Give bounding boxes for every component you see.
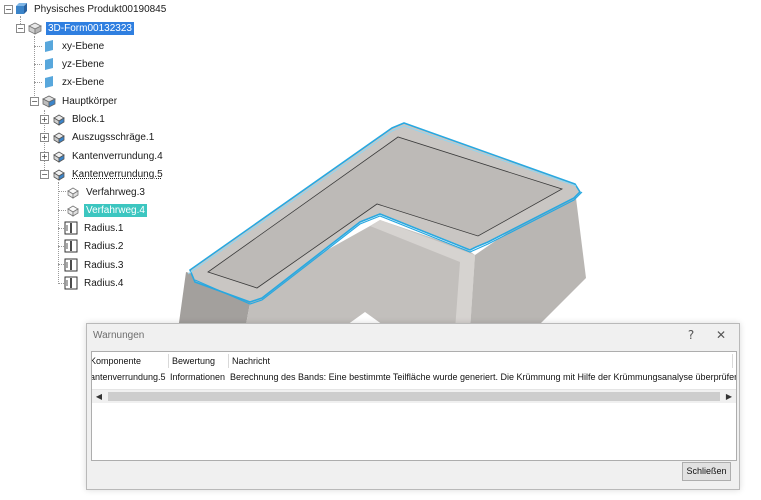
tree-label: Verfahrweg.3 bbox=[86, 186, 145, 198]
tree-label: xy-Ebene bbox=[62, 40, 105, 52]
scrollbar-thumb[interactable] bbox=[108, 392, 720, 401]
tree-item-radius[interactable]: Radius.1 bbox=[64, 220, 125, 236]
tree-label: Block.1 bbox=[72, 113, 105, 125]
column-divider bbox=[732, 354, 733, 368]
column-divider bbox=[168, 354, 169, 368]
tree-item-radius[interactable]: Radius.3 bbox=[64, 257, 125, 273]
body-icon bbox=[42, 95, 56, 108]
tree-label: zx-Ebene bbox=[62, 76, 105, 88]
tree-item-feature[interactable]: Kantenverrundung.4 bbox=[52, 148, 165, 164]
path-icon bbox=[67, 205, 79, 217]
close-button[interactable]: Schließen bbox=[682, 462, 731, 481]
warnings-table[interactable]: Komponente Bewertung Nachricht Kantenver… bbox=[91, 351, 737, 461]
edge-fillet-icon bbox=[53, 169, 65, 181]
tree-line bbox=[34, 82, 42, 83]
tree-line bbox=[58, 191, 66, 192]
cell-nachricht: Berechnung des Bands: Eine bestimmte Tei… bbox=[230, 372, 737, 382]
dialog-title: Warnungen bbox=[93, 330, 145, 341]
cell-komponente: Kantenverrundung.5 bbox=[91, 372, 166, 382]
scroll-left-arrow-icon[interactable]: ◀ bbox=[92, 390, 106, 403]
tree-label: Kantenverrundung.4 bbox=[72, 150, 163, 162]
edge-fillet-icon bbox=[53, 151, 65, 163]
expand-toggle[interactable]: + bbox=[40, 152, 49, 161]
tree-item-feature[interactable]: Block.1 bbox=[52, 111, 107, 127]
tree-label: Radius.4 bbox=[84, 277, 124, 289]
collapse-toggle[interactable]: − bbox=[4, 5, 13, 14]
tree-line bbox=[58, 182, 59, 284]
plane-icon bbox=[45, 58, 53, 70]
tree-item-radius[interactable]: Radius.4 bbox=[64, 275, 125, 291]
tree-line bbox=[34, 64, 42, 65]
draft-icon bbox=[53, 132, 65, 144]
help-button[interactable]: ? bbox=[683, 327, 699, 343]
radius-parameter-icon bbox=[64, 221, 78, 235]
tree-label: Hauptkörper bbox=[62, 95, 118, 107]
collapse-toggle[interactable]: − bbox=[16, 24, 25, 33]
product-icon bbox=[16, 3, 27, 14]
tree-item-feature[interactable]: Auszugsschräge.1 bbox=[52, 129, 156, 145]
tree-item-plane[interactable]: zx-Ebene bbox=[42, 74, 106, 90]
tree-line bbox=[58, 210, 66, 211]
tree-item-part[interactable]: 3D-Form00132323 bbox=[28, 20, 134, 36]
tree-label: Radius.2 bbox=[84, 240, 124, 252]
tree-label: yz-Ebene bbox=[62, 58, 105, 70]
plane-icon bbox=[45, 40, 53, 52]
column-divider bbox=[228, 354, 229, 368]
tree-item-plane[interactable]: yz-Ebene bbox=[42, 56, 106, 72]
tree-item-root[interactable]: Physisches Produkt00190845 bbox=[14, 1, 168, 17]
radius-parameter-icon bbox=[64, 258, 78, 272]
radius-parameter-icon bbox=[64, 276, 78, 290]
collapse-toggle[interactable]: − bbox=[30, 97, 39, 106]
column-header-nachricht[interactable]: Nachricht bbox=[232, 356, 270, 366]
tree-item-feature[interactable]: Kantenverrundung.5 bbox=[52, 166, 165, 182]
tree-item-radius[interactable]: Radius.2 bbox=[64, 238, 125, 254]
expand-toggle[interactable]: + bbox=[40, 115, 49, 124]
tree-label: Physisches Produkt00190845 bbox=[34, 3, 167, 15]
close-icon[interactable]: ✕ bbox=[713, 327, 729, 343]
tree-item-body[interactable]: Hauptkörper bbox=[42, 93, 119, 109]
block-icon bbox=[53, 114, 65, 126]
part-icon bbox=[28, 22, 42, 35]
tree-item-path[interactable]: Verfahrweg.4 bbox=[66, 202, 147, 218]
tree-label-highlighted: Verfahrweg.4 bbox=[84, 203, 147, 217]
path-icon bbox=[67, 187, 79, 199]
tree-item-plane[interactable]: xy-Ebene bbox=[42, 38, 106, 54]
tree-label: Kantenverrundung.5 bbox=[72, 168, 163, 180]
tree-line bbox=[34, 46, 42, 47]
tree-label-selected: 3D-Form00132323 bbox=[46, 21, 134, 35]
specification-tree: − Physisches Produkt00190845 − 3D-Form00… bbox=[0, 0, 200, 300]
scroll-right-arrow-icon[interactable]: ▶ bbox=[722, 390, 736, 403]
warnings-dialog: Warnungen ? ✕ Komponente Bewertung Nachr… bbox=[86, 323, 740, 490]
cell-bewertung: Informationen bbox=[170, 372, 226, 382]
radius-parameter-icon bbox=[64, 239, 78, 253]
collapse-toggle[interactable]: − bbox=[40, 170, 49, 179]
horizontal-scrollbar[interactable]: ◀ ▶ bbox=[92, 389, 736, 403]
tree-label: Radius.3 bbox=[84, 259, 124, 271]
tree-label: Auszugsschräge.1 bbox=[72, 131, 155, 143]
tree-item-path[interactable]: Verfahrweg.3 bbox=[66, 184, 147, 200]
tree-label: Radius.1 bbox=[84, 222, 124, 234]
plane-icon bbox=[45, 76, 53, 88]
column-header-komponente[interactable]: Komponente bbox=[92, 356, 141, 366]
column-header-bewertung[interactable]: Bewertung bbox=[172, 356, 215, 366]
expand-toggle[interactable]: + bbox=[40, 133, 49, 142]
